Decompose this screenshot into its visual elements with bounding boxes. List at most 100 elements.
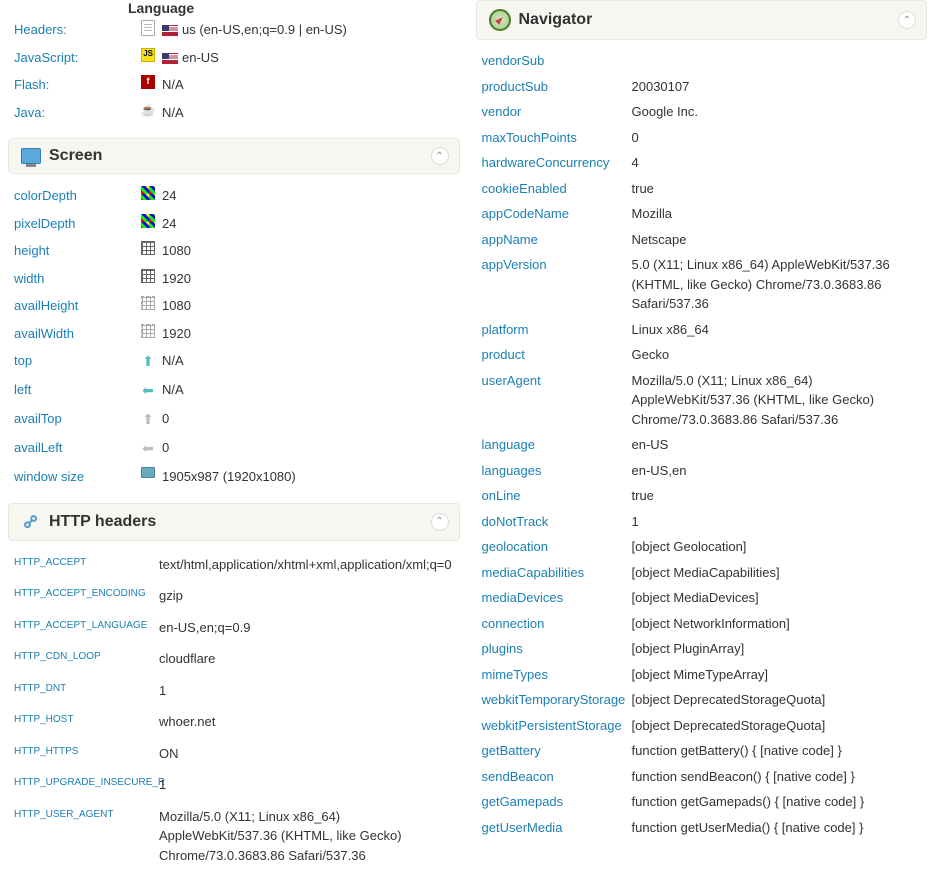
property-value: N/A xyxy=(162,75,454,95)
property-label[interactable]: cookieEnabled xyxy=(482,179,632,199)
property-label[interactable]: platform xyxy=(482,320,632,340)
property-value: 1920 xyxy=(162,269,454,289)
property-label[interactable]: colorDepth xyxy=(14,186,134,206)
navigator-row: sendBeaconfunction sendBeacon() { [nativ… xyxy=(482,764,922,790)
property-label[interactable]: HTTP_DNT xyxy=(14,681,159,696)
property-label[interactable]: productSub xyxy=(482,77,632,97)
property-label[interactable]: HTTP_ACCEPT_ENCODING xyxy=(14,586,159,601)
collapse-button[interactable]: ⌃ xyxy=(431,147,449,165)
property-label[interactable]: webkitPersistentStorage xyxy=(482,716,632,736)
screen-row: availWidth1920 xyxy=(14,320,454,348)
navigator-title: Navigator xyxy=(519,11,593,29)
property-label[interactable]: geolocation xyxy=(482,537,632,557)
property-label[interactable]: HTTP_HOST xyxy=(14,712,159,727)
property-label[interactable]: hardwareConcurrency xyxy=(482,153,632,173)
property-value: en-US,en xyxy=(632,461,922,481)
property-label[interactable]: availHeight xyxy=(14,296,134,316)
navigator-row: maxTouchPoints0 xyxy=(482,125,922,151)
property-value: ON xyxy=(159,744,454,764)
property-label[interactable]: Headers: xyxy=(14,20,134,40)
color-grid-icon xyxy=(141,214,155,228)
property-label[interactable]: HTTP_ACCEPT_LANGUAGE xyxy=(14,618,159,633)
http-row: HTTP_USER_AGENTMozilla/5.0 (X11; Linux x… xyxy=(14,801,454,871)
collapse-button[interactable]: ⌃ xyxy=(431,513,449,531)
http-row: HTTP_UPGRADE_INSECURE_R1 xyxy=(14,769,454,801)
property-value: Mozilla/5.0 (X11; Linux x86_64) AppleWeb… xyxy=(159,807,454,866)
property-label[interactable]: HTTP_UPGRADE_INSECURE_R xyxy=(14,775,159,790)
monitor-icon xyxy=(21,148,41,164)
navigator-row: webkitTemporaryStorage[object Deprecated… xyxy=(482,687,922,713)
property-label[interactable]: product xyxy=(482,345,632,365)
property-label[interactable]: top xyxy=(14,351,134,371)
property-value: 0 xyxy=(162,438,454,458)
property-label[interactable]: vendorSub xyxy=(482,51,632,71)
property-label[interactable]: getUserMedia xyxy=(482,818,632,838)
navigator-row: onLinetrue xyxy=(482,483,922,509)
property-label[interactable]: appVersion xyxy=(482,255,632,275)
property-label[interactable]: HTTP_ACCEPT xyxy=(14,555,159,570)
arrow-up-icon: ⬆ xyxy=(142,351,154,372)
property-label[interactable]: sendBeacon xyxy=(482,767,632,787)
property-label[interactable]: window size xyxy=(14,467,134,487)
navigator-row: hardwareConcurrency4 xyxy=(482,150,922,176)
property-label[interactable]: getBattery xyxy=(482,741,632,761)
property-value: gzip xyxy=(159,586,454,606)
property-label[interactable]: appName xyxy=(482,230,632,250)
property-value: N/A xyxy=(162,103,454,123)
property-label[interactable]: Java: xyxy=(14,103,134,123)
property-label[interactable]: mediaCapabilities xyxy=(482,563,632,583)
us-flag-icon xyxy=(162,25,178,36)
language-title: Language xyxy=(128,0,188,16)
property-label[interactable]: availTop xyxy=(14,409,134,429)
property-value: true xyxy=(632,179,922,199)
property-value: 24 xyxy=(162,186,454,206)
navigator-row: vendorSub xyxy=(482,48,922,74)
property-label[interactable]: availLeft xyxy=(14,438,134,458)
property-value: function getBattery() { [native code] } xyxy=(632,741,922,761)
us-flag-icon xyxy=(162,53,178,64)
property-label[interactable]: getGamepads xyxy=(482,792,632,812)
arrow-up-icon: ⬆ xyxy=(142,409,154,430)
property-value: 1 xyxy=(159,775,454,795)
property-value: 4 xyxy=(632,153,922,173)
navigator-row: languageen-US xyxy=(482,432,922,458)
property-label[interactable]: userAgent xyxy=(482,371,632,391)
property-label[interactable]: mimeTypes xyxy=(482,665,632,685)
property-label[interactable]: plugins xyxy=(482,639,632,659)
property-label[interactable]: HTTP_USER_AGENT xyxy=(14,807,159,822)
property-label[interactable]: webkitTemporaryStorage xyxy=(482,690,632,710)
property-label[interactable]: width xyxy=(14,269,134,289)
property-label[interactable]: connection xyxy=(482,614,632,634)
property-label[interactable]: appCodeName xyxy=(482,204,632,224)
property-label[interactable]: language xyxy=(482,435,632,455)
http-header: ⚯ HTTP headers ⌃ xyxy=(8,503,460,541)
property-label[interactable]: HTTP_HTTPS xyxy=(14,744,159,759)
property-value: [object MediaDevices] xyxy=(632,588,922,608)
property-value: Netscape xyxy=(632,230,922,250)
navigator-row: doNotTrack1 xyxy=(482,509,922,535)
property-label[interactable]: Flash: xyxy=(14,75,134,95)
property-label[interactable]: pixelDepth xyxy=(14,214,134,234)
collapse-button[interactable]: ⌃ xyxy=(898,11,916,29)
property-label[interactable]: mediaDevices xyxy=(482,588,632,608)
arrow-left-icon: ⬅ xyxy=(142,380,154,401)
language-row: Flash:fN/A xyxy=(14,71,454,99)
property-label[interactable]: maxTouchPoints xyxy=(482,128,632,148)
property-label[interactable]: onLine xyxy=(482,486,632,506)
navigator-row: getBatteryfunction getBattery() { [nativ… xyxy=(482,738,922,764)
property-value: 20030107 xyxy=(632,77,922,97)
property-label[interactable]: vendor xyxy=(482,102,632,122)
http-row: HTTP_DNT1 xyxy=(14,675,454,707)
navigator-row: cookieEnabledtrue xyxy=(482,176,922,202)
property-label[interactable]: height xyxy=(14,241,134,261)
navigator-row: platformLinux x86_64 xyxy=(482,317,922,343)
property-value: function getGamepads() { [native code] } xyxy=(632,792,922,812)
property-label[interactable]: left xyxy=(14,380,134,400)
property-label[interactable]: HTTP_CDN_LOOP xyxy=(14,649,159,664)
navigator-row: geolocation[object Geolocation] xyxy=(482,534,922,560)
property-label[interactable]: JavaScript: xyxy=(14,48,134,68)
arrow-left-icon: ⬅ xyxy=(142,438,154,459)
property-label[interactable]: doNotTrack xyxy=(482,512,632,532)
property-label[interactable]: languages xyxy=(482,461,632,481)
property-label[interactable]: availWidth xyxy=(14,324,134,344)
